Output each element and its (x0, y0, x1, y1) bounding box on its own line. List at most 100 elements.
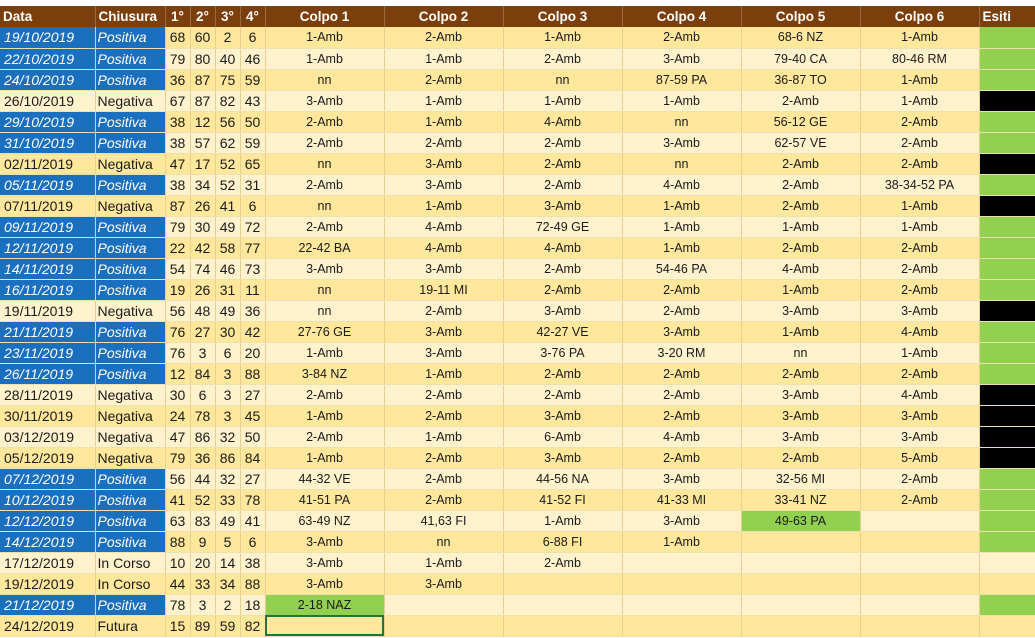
cell-colpo[interactable]: 44-56 NA (503, 468, 623, 490)
cell-estratto[interactable]: 67 (165, 90, 191, 112)
cell-estratto[interactable]: 52 (190, 489, 216, 511)
cell-colpo[interactable]: 3-Amb (622, 321, 742, 343)
cell-colpo[interactable]: 32-56 MI (741, 468, 861, 490)
cell-colpo[interactable]: 2-Amb (265, 111, 385, 133)
cell-colpo[interactable]: 2-Amb (503, 384, 623, 406)
cell-estratto[interactable]: 32 (215, 426, 241, 448)
cell-chiusura[interactable]: Positiva (95, 69, 166, 91)
cell-colpo[interactable]: nn (384, 531, 504, 553)
cell-esito[interactable] (979, 447, 1035, 469)
cell-estratto[interactable]: 10 (165, 552, 191, 574)
cell-estratto[interactable]: 2 (215, 594, 241, 616)
cell-estratto[interactable]: 87 (165, 195, 191, 217)
cell-data[interactable]: 21/12/2019 (0, 594, 96, 616)
cell-esito[interactable] (979, 594, 1035, 616)
cell-estratto[interactable]: 3 (190, 594, 216, 616)
cell-esito[interactable] (979, 48, 1035, 70)
cell-chiusura[interactable]: Negativa (95, 300, 166, 322)
cell-colpo[interactable]: 2-18 NAZ (265, 594, 385, 616)
cell-colpo[interactable]: 1-Amb (265, 48, 385, 70)
cell-colpo[interactable]: 3-Amb (860, 426, 980, 448)
cell-data[interactable]: 30/11/2019 (0, 405, 96, 427)
cell-colpo[interactable]: 1-Amb (860, 90, 980, 112)
cell-chiusura[interactable]: Positiva (95, 468, 166, 490)
cell-estratto[interactable]: 17 (190, 153, 216, 175)
cell-estratto[interactable]: 12 (190, 111, 216, 133)
cell-colpo[interactable] (622, 594, 742, 616)
cell-colpo[interactable]: 2-Amb (741, 237, 861, 259)
cell-chiusura[interactable]: Positiva (95, 27, 166, 49)
cell-colpo[interactable]: 1-Amb (265, 342, 385, 364)
cell-estratto[interactable]: 36 (240, 300, 266, 322)
cell-colpo[interactable]: 3-Amb (741, 384, 861, 406)
cell-colpo[interactable]: 4-Amb (384, 216, 504, 238)
cell-colpo[interactable]: 1-Amb (741, 321, 861, 343)
cell-colpo[interactable] (741, 573, 861, 595)
cell-colpo[interactable]: 2-Amb (503, 363, 623, 385)
cell-colpo[interactable] (503, 615, 623, 637)
cell-esito[interactable] (979, 132, 1035, 154)
cell-estratto[interactable]: 38 (165, 174, 191, 196)
cell-chiusura[interactable]: Positiva (95, 237, 166, 259)
cell-colpo[interactable]: 1-Amb (384, 426, 504, 448)
cell-colpo[interactable]: 2-Amb (384, 468, 504, 490)
cell-colpo[interactable]: 1-Amb (860, 195, 980, 217)
cell-esito[interactable] (979, 27, 1035, 49)
cell-colpo[interactable]: 1-Amb (384, 552, 504, 574)
cell-data[interactable]: 05/12/2019 (0, 447, 96, 469)
cell-estratto[interactable]: 26 (190, 195, 216, 217)
cell-esito[interactable] (979, 573, 1035, 595)
cell-colpo[interactable] (503, 594, 623, 616)
cell-estratto[interactable]: 20 (240, 342, 266, 364)
cell-data[interactable]: 07/11/2019 (0, 195, 96, 217)
cell-colpo[interactable]: 3-Amb (503, 405, 623, 427)
cell-colpo[interactable]: 72-49 GE (503, 216, 623, 238)
cell-colpo[interactable]: 2-Amb (503, 174, 623, 196)
cell-colpo[interactable]: 42-27 VE (503, 321, 623, 343)
cell-colpo[interactable]: 22-42 BA (265, 237, 385, 259)
cell-estratto[interactable]: 79 (165, 216, 191, 238)
cell-data[interactable]: 19/11/2019 (0, 300, 96, 322)
cell-estratto[interactable]: 47 (165, 153, 191, 175)
cell-colpo[interactable]: 2-Amb (741, 174, 861, 196)
cell-chiusura[interactable]: Negativa (95, 426, 166, 448)
cell-estratto[interactable]: 78 (190, 405, 216, 427)
cell-estratto[interactable]: 20 (190, 552, 216, 574)
cell-estratto[interactable]: 65 (240, 153, 266, 175)
cell-estratto[interactable]: 56 (165, 300, 191, 322)
cell-estratto[interactable]: 58 (215, 237, 241, 259)
cell-estratto[interactable]: 36 (165, 69, 191, 91)
cell-colpo[interactable]: 4-Amb (384, 237, 504, 259)
cell-colpo[interactable] (741, 615, 861, 637)
cell-estratto[interactable]: 87 (190, 69, 216, 91)
cell-estratto[interactable]: 79 (165, 48, 191, 70)
cell-colpo[interactable]: 1-Amb (860, 69, 980, 91)
cell-colpo[interactable]: 2-Amb (622, 363, 742, 385)
cell-colpo[interactable]: 3-Amb (741, 300, 861, 322)
cell-colpo[interactable] (741, 594, 861, 616)
cell-estratto[interactable]: 19 (165, 279, 191, 301)
cell-estratto[interactable]: 84 (190, 363, 216, 385)
cell-colpo[interactable]: 2-Amb (860, 153, 980, 175)
cell-estratto[interactable]: 89 (190, 615, 216, 637)
cell-colpo[interactable]: 36-87 TO (741, 69, 861, 91)
cell-colpo[interactable]: 2-Amb (384, 69, 504, 91)
cell-colpo[interactable]: 56-12 GE (741, 111, 861, 133)
cell-data[interactable]: 29/10/2019 (0, 111, 96, 133)
header-colpo-3[interactable]: Colpo 3 (503, 6, 623, 27)
cell-esito[interactable] (979, 300, 1035, 322)
cell-data[interactable]: 28/11/2019 (0, 384, 96, 406)
cell-esito[interactable] (979, 258, 1035, 280)
cell-estratto[interactable]: 52 (215, 153, 241, 175)
cell-colpo[interactable]: 1-Amb (384, 90, 504, 112)
cell-estratto[interactable]: 86 (215, 447, 241, 469)
cell-esito[interactable] (979, 90, 1035, 112)
cell-colpo[interactable] (860, 594, 980, 616)
cell-colpo[interactable]: 3-Amb (860, 405, 980, 427)
cell-colpo[interactable]: 87-59 PA (622, 69, 742, 91)
cell-estratto[interactable]: 42 (190, 237, 216, 259)
cell-estratto[interactable]: 11 (240, 279, 266, 301)
cell-colpo[interactable]: 2-Amb (265, 174, 385, 196)
cell-estratto[interactable]: 30 (165, 384, 191, 406)
cell-colpo[interactable]: 3-Amb (265, 573, 385, 595)
